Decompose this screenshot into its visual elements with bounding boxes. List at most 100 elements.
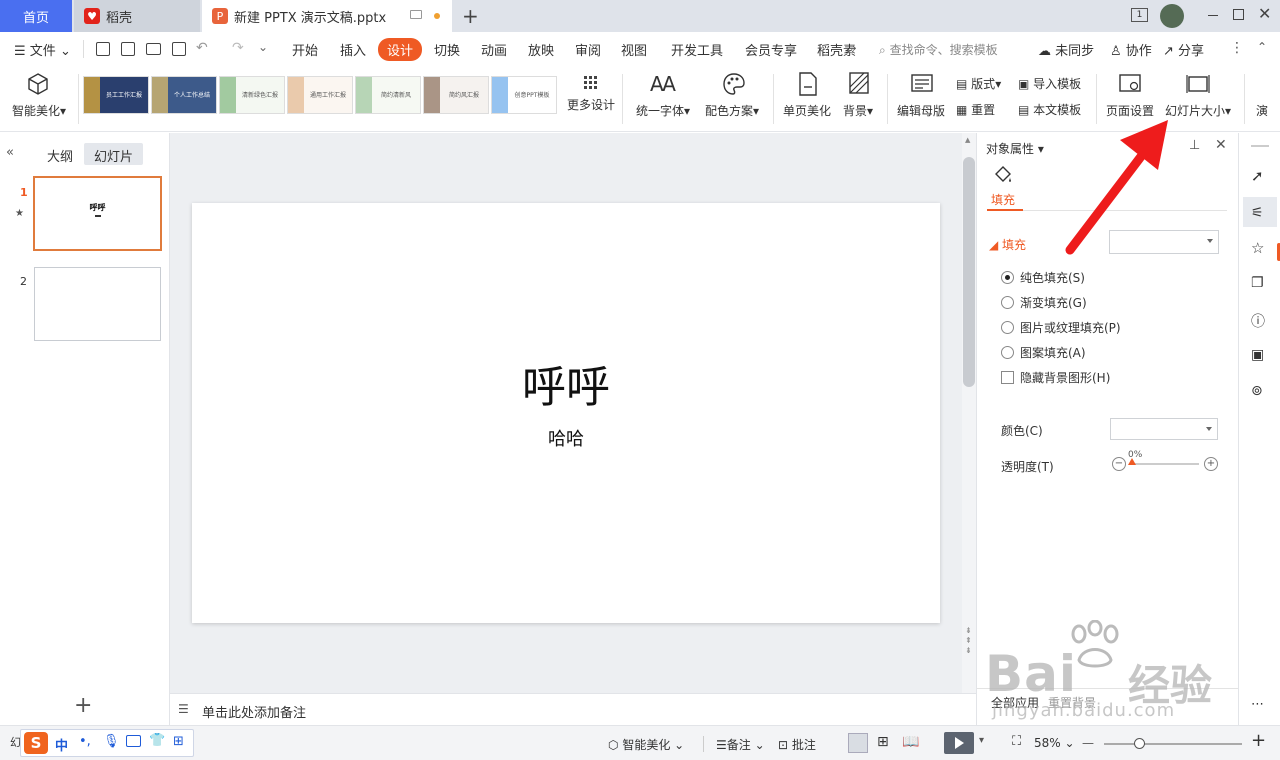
fill-bucket-icon[interactable] — [993, 165, 1013, 185]
slide-subtitle[interactable]: 哈哈 — [192, 425, 940, 451]
keyboard-icon[interactable] — [126, 735, 141, 747]
color-dropdown[interactable] — [1110, 418, 1218, 440]
menu-review[interactable]: 审阅 — [575, 40, 601, 59]
close-panel-icon[interactable]: ✕ — [1215, 137, 1227, 153]
slide-thumbnail-2[interactable] — [34, 267, 161, 341]
background-button[interactable]: 背景▾ — [843, 102, 873, 119]
edit-master-button[interactable]: 编辑母版 — [897, 102, 945, 119]
hide-background-checkbox[interactable]: 隐藏背景图形(H) — [1001, 369, 1110, 386]
design-template-2[interactable]: 个人工作总结 — [151, 76, 217, 114]
collab-button[interactable]: ♙ 协作 — [1110, 40, 1152, 59]
toolbox-icon[interactable]: ⊞ — [173, 734, 184, 749]
menu-view[interactable]: 视图 — [621, 40, 647, 59]
ribbon-overflow-label[interactable]: 演 — [1256, 102, 1268, 119]
zoom-out-button[interactable]: — — [1082, 736, 1094, 750]
menu-developer[interactable]: 开发工具 — [671, 40, 723, 59]
tab-home[interactable]: 首页 — [0, 0, 72, 32]
tab-fill[interactable]: 填充 — [991, 191, 1015, 208]
rocket-icon[interactable]: ➚ — [1251, 167, 1264, 185]
page-icon[interactable] — [799, 72, 817, 96]
close-window-icon[interactable]: ✕ — [1258, 4, 1271, 23]
pattern-fill-radio[interactable]: 图案填充(A) — [1001, 344, 1086, 361]
background-icon[interactable] — [849, 72, 869, 94]
play-dropdown-icon[interactable]: ▾ — [979, 735, 984, 746]
page-setup-icon[interactable] — [1119, 74, 1141, 94]
import-template-button[interactable]: ▣ 导入模板 — [1018, 75, 1081, 92]
save-icon[interactable] — [96, 42, 110, 56]
zoom-in-button[interactable]: + — [1251, 730, 1266, 751]
slide-thumbnail-1[interactable]: 呼呼 — [33, 176, 162, 251]
slide-size-icon[interactable] — [1186, 74, 1210, 94]
edit-master-icon[interactable] — [911, 74, 933, 92]
transparency-minus-button[interactable]: − — [1112, 457, 1126, 471]
fill-section-header[interactable]: ◢ 填充 — [989, 236, 1026, 253]
properties-header[interactable]: 对象属性 ▾ — [986, 140, 1044, 157]
menu-transition[interactable]: 切换 — [434, 40, 460, 59]
design-template-7[interactable]: 创意PPT模板 — [491, 76, 557, 114]
properties-tool-active[interactable]: ⚟ — [1243, 197, 1277, 227]
image-tool-icon[interactable]: ▣ — [1251, 347, 1264, 363]
tab-outline[interactable]: 大纲 — [47, 146, 73, 165]
file-menu[interactable]: ☰ 文件 ⌄ — [14, 40, 71, 59]
notes-area[interactable]: ☰ 单击此处添加备注 — [170, 693, 976, 725]
slide-canvas[interactable]: 呼呼 哈哈 — [192, 203, 940, 623]
location-icon[interactable]: ⊚ — [1251, 383, 1263, 399]
transparency-slider[interactable] — [1129, 463, 1199, 465]
ime-chinese-mode[interactable]: 中 — [55, 735, 68, 754]
copy-icon[interactable]: ❐ — [1251, 275, 1264, 291]
transparency-plus-button[interactable]: + — [1204, 457, 1218, 471]
play-button[interactable] — [944, 732, 974, 754]
solid-fill-radio[interactable]: 纯色填充(S) — [1001, 269, 1085, 286]
unify-font-icon[interactable]: AA — [650, 72, 676, 96]
restore-icon[interactable] — [1233, 9, 1244, 20]
quick-access-more-icon[interactable]: ⌄ — [258, 40, 268, 54]
minimize-icon[interactable] — [1208, 15, 1218, 16]
ime-punct-icon[interactable]: •, — [79, 734, 91, 749]
ime-toolbar[interactable]: S 中 •, 🎙 👕 ⊞ — [20, 729, 194, 757]
redo-icon[interactable]: ↷ — [232, 40, 244, 56]
gradient-fill-radio[interactable]: 渐变填充(G) — [1001, 294, 1087, 311]
more-tools-icon[interactable]: ⋯ — [1251, 697, 1264, 712]
menu-member[interactable]: 会员专享 — [745, 40, 797, 59]
smart-beautify-button[interactable]: 智能美化▾ — [12, 102, 66, 119]
notes-placeholder[interactable]: 单击此处添加备注 — [202, 702, 306, 721]
sogou-logo-icon[interactable]: S — [24, 732, 48, 754]
single-page-beautify-button[interactable]: 单页美化 — [783, 102, 831, 119]
star-icon[interactable]: ☆ — [1251, 239, 1264, 257]
design-template-1[interactable]: 员工工作汇报 — [83, 76, 149, 114]
zoom-slider[interactable] — [1104, 743, 1242, 745]
export-icon[interactable] — [121, 42, 135, 56]
menu-slideshow[interactable]: 放映 — [528, 40, 554, 59]
fit-window-icon[interactable]: ⛶ — [1012, 734, 1021, 749]
menu-insert[interactable]: 插入 — [340, 40, 366, 59]
microphone-icon[interactable]: 🎙 — [103, 734, 120, 749]
more-options-icon[interactable]: ⋮ — [1230, 40, 1244, 56]
print-preview-icon[interactable] — [172, 42, 186, 56]
smart-beautify-status[interactable]: ⬡ 智能美化 ⌄ — [608, 736, 684, 753]
menu-animation[interactable]: 动画 — [481, 40, 507, 59]
new-tab-button[interactable]: + — [462, 4, 479, 28]
notes-toggle[interactable]: ☰备注 ⌄ — [716, 736, 765, 753]
menu-more-arrow-icon[interactable]: › — [852, 41, 857, 55]
more-design-button[interactable]: 更多设计 — [567, 96, 615, 113]
help-icon[interactable]: ⓘ — [1251, 311, 1265, 331]
grid-icon[interactable] — [584, 76, 598, 90]
reset-button[interactable]: ▦ 重置 — [956, 101, 995, 118]
picture-fill-radio[interactable]: 图片或纹理填充(P) — [1001, 319, 1121, 336]
search-command[interactable]: ⌕ 查找命令、搜索模板 — [879, 41, 998, 58]
scroll-up-icon[interactable]: ▲ — [965, 136, 970, 144]
unsync-button[interactable]: ☁ 未同步 — [1038, 40, 1094, 59]
design-template-6[interactable]: 简约风汇报 — [423, 76, 489, 114]
menu-start[interactable]: 开始 — [292, 40, 318, 59]
slide-sorter-icon[interactable]: ⊞ — [877, 734, 889, 750]
collapse-panel-icon[interactable]: « — [6, 145, 14, 160]
slide-title[interactable]: 呼呼 — [192, 351, 940, 415]
menu-design[interactable]: 设计 — [378, 38, 423, 61]
skin-icon[interactable]: 👕 — [149, 733, 165, 748]
scroll-page-icons[interactable]: ⇟ ⇞ ⇟ — [965, 626, 972, 656]
color-scheme-button[interactable]: 配色方案▾ — [705, 102, 759, 119]
normal-view-icon[interactable] — [848, 733, 868, 753]
pin-icon[interactable]: ⊥ — [1189, 138, 1200, 153]
unify-font-button[interactable]: 统一字体▾ — [636, 102, 690, 119]
palette-icon[interactable] — [722, 72, 746, 96]
